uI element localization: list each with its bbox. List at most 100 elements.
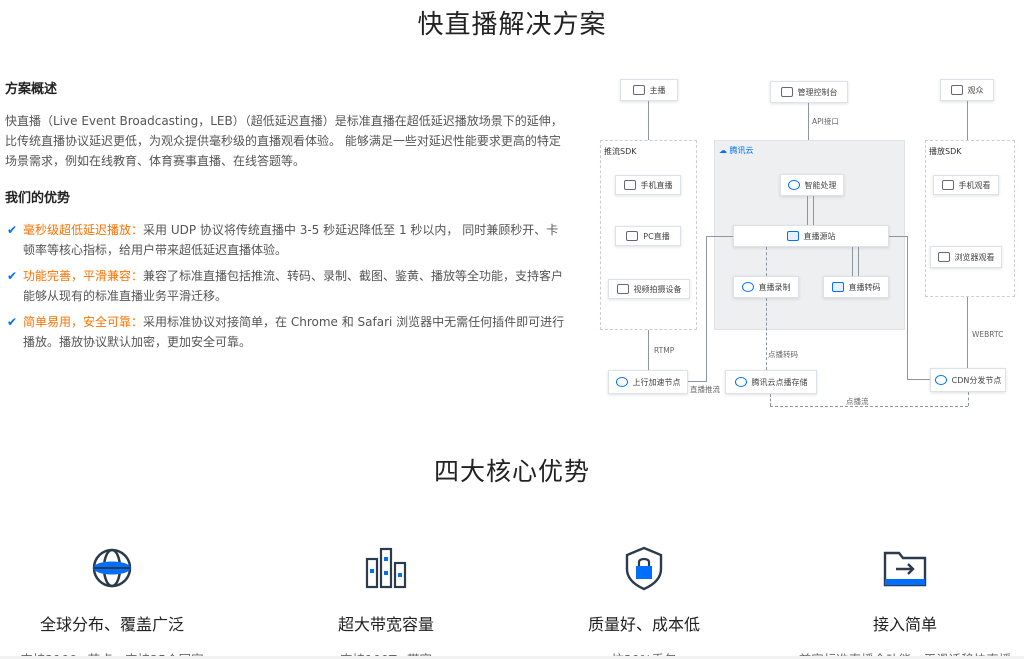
connector [807, 196, 808, 225]
advantage-highlight: 毫秒级超低延迟播放： [23, 223, 144, 237]
phone-icon [941, 180, 954, 190]
advantage-item: ✔ 功能完善，平滑兼容：兼容了标准直播包括推流、转码、录制、截图、鉴黄、播放等全功… [5, 266, 565, 306]
cdn-node: CDN分发节点 [930, 368, 1006, 392]
smart-label: 智能处理 [804, 180, 837, 190]
audience-node: 观众 [940, 79, 994, 101]
video-device-label: 视频拍摄设备 [633, 284, 682, 294]
user-icon [632, 85, 645, 95]
mobile-watch-node: 手机观看 [933, 175, 999, 195]
live-push-label: 直播推流 [690, 385, 720, 394]
feature-card: 质量好、成本低 抗30%丢包 [514, 545, 774, 659]
record-node: 直播录制 [733, 276, 799, 298]
connector [706, 236, 733, 237]
accelerate-icon [615, 377, 628, 387]
rtmp-label: RTMP [654, 346, 675, 355]
browser-watch-label: 浏览器观看 [954, 252, 995, 262]
check-icon: ✔ [7, 269, 18, 283]
anchor-label: 主播 [649, 85, 666, 95]
feature-title: 超大带宽容量 [337, 615, 434, 634]
record-label: 直播录制 [758, 282, 791, 292]
api-label: API接口 [812, 117, 839, 126]
cloud-name: 腾讯云 [729, 146, 754, 155]
mobile-live-node: 手机直播 [615, 175, 681, 195]
play-sdk-group [925, 140, 1015, 297]
audience-label: 观众 [967, 85, 984, 95]
feature-card: 超大带宽容量 支持100T+带宽 [256, 545, 516, 659]
feature-title: 接入简单 [872, 615, 937, 634]
smart-icon [787, 180, 800, 190]
advantage-item: ✔ 简单易用，安全可靠：采用标准协议对接简单，在 Chrome 和 Safari … [5, 312, 565, 352]
play-sdk-label: 播放SDK [929, 147, 962, 156]
architecture-diagram: 推流SDK ☁ 腾讯云 播放SDK 主播 管理控制台 观众 手机直播 PC直播 … [600, 75, 1020, 415]
connector [808, 103, 809, 140]
advantages-heading: 我们的优势 [5, 191, 71, 206]
advantage-highlight: 功能完善，平滑兼容： [23, 269, 144, 283]
transcode-node: 直播转码 [823, 276, 889, 298]
cdn-node-label: CDN分发节点 [951, 375, 1002, 385]
smart-node: 智能处理 [780, 174, 844, 196]
globe-icon [89, 545, 135, 591]
connector [766, 247, 767, 276]
connector [766, 298, 767, 370]
user-icon [950, 85, 963, 95]
record-icon [741, 282, 754, 292]
feature-card: 全球分布、覆盖广泛 支持2100+节点，支持25个国家 [0, 545, 242, 659]
connector [967, 297, 968, 368]
anchor-node: 主播 [620, 79, 678, 101]
origin-label: 直播源站 [803, 231, 836, 241]
cloud-label: ☁ 腾讯云 [719, 146, 754, 155]
browser-icon [937, 252, 950, 262]
connector [889, 236, 907, 237]
cdn-icon [934, 375, 947, 385]
connector [967, 101, 968, 140]
advantage-item: ✔ 毫秒级超低延迟播放：采用 UDP 协议将传统直播中 3-5 秒延迟降低至 1 … [5, 220, 565, 260]
origin-node: 直播源站 [733, 225, 889, 247]
pc-live-label: PC直播 [643, 231, 670, 241]
play-icon [831, 282, 844, 292]
overview-text: 快直播（Live Event Broadcasting，LEB）（超低延迟直播）… [5, 114, 563, 168]
video-device-node: 视频拍摄设备 [608, 279, 690, 299]
connector [858, 247, 859, 276]
shield-lock-icon [621, 545, 667, 591]
monitor-icon [626, 231, 639, 241]
advantage-highlight: 简单易用，安全可靠： [23, 315, 144, 329]
feature-title: 全球分布、覆盖广泛 [39, 615, 184, 634]
console-node: 管理控制台 [770, 81, 848, 103]
vod-storage-node: 腾讯云点播存储 [725, 370, 817, 394]
core-heading: 四大核心优势 [433, 457, 590, 486]
cloud-upload-icon [734, 377, 747, 387]
connector [688, 381, 706, 382]
connector [706, 236, 707, 382]
mobile-live-label: 手机直播 [640, 180, 673, 190]
connector [852, 247, 853, 276]
record-transcode-label: 点播转码 [768, 350, 798, 359]
check-icon: ✔ [7, 315, 18, 329]
push-sdk-label: 推流SDK [604, 147, 637, 156]
connector [813, 196, 814, 225]
vod-storage-label: 腾讯云点播存储 [751, 377, 808, 387]
connector [968, 392, 969, 406]
bandwidth-icon [363, 545, 409, 591]
connector [648, 101, 649, 140]
console-label: 管理控制台 [797, 87, 838, 97]
play-icon [786, 231, 799, 241]
connector [907, 379, 930, 380]
advantages-list: ✔ 毫秒级超低延迟播放：采用 UDP 协议将传统直播中 3-5 秒延迟降低至 1 … [5, 220, 565, 352]
feature-card: 接入简单 兼容标准直播全功能，平滑迁移快直播 [775, 545, 1024, 659]
upload-node: 上行加速节点 [608, 370, 688, 394]
users-icon [780, 87, 793, 97]
webrtc-label: WEBRTC [972, 330, 1004, 339]
connector [648, 330, 649, 370]
camera-icon [616, 284, 629, 294]
check-icon: ✔ [7, 223, 18, 237]
connector [770, 406, 968, 407]
solution-text: 方案概述 快直播（Live Event Broadcasting，LEB）（超低… [5, 78, 565, 358]
vod-stream-label: 点播流 [846, 397, 869, 406]
transcode-label: 直播转码 [848, 282, 881, 292]
phone-icon [623, 180, 636, 190]
mobile-watch-label: 手机观看 [958, 180, 991, 190]
folder-arrow-icon [882, 545, 928, 591]
page-title: 快直播解决方案 [417, 10, 607, 40]
browser-watch-node: 浏览器观看 [930, 246, 1002, 268]
pc-live-node: PC直播 [615, 226, 681, 246]
